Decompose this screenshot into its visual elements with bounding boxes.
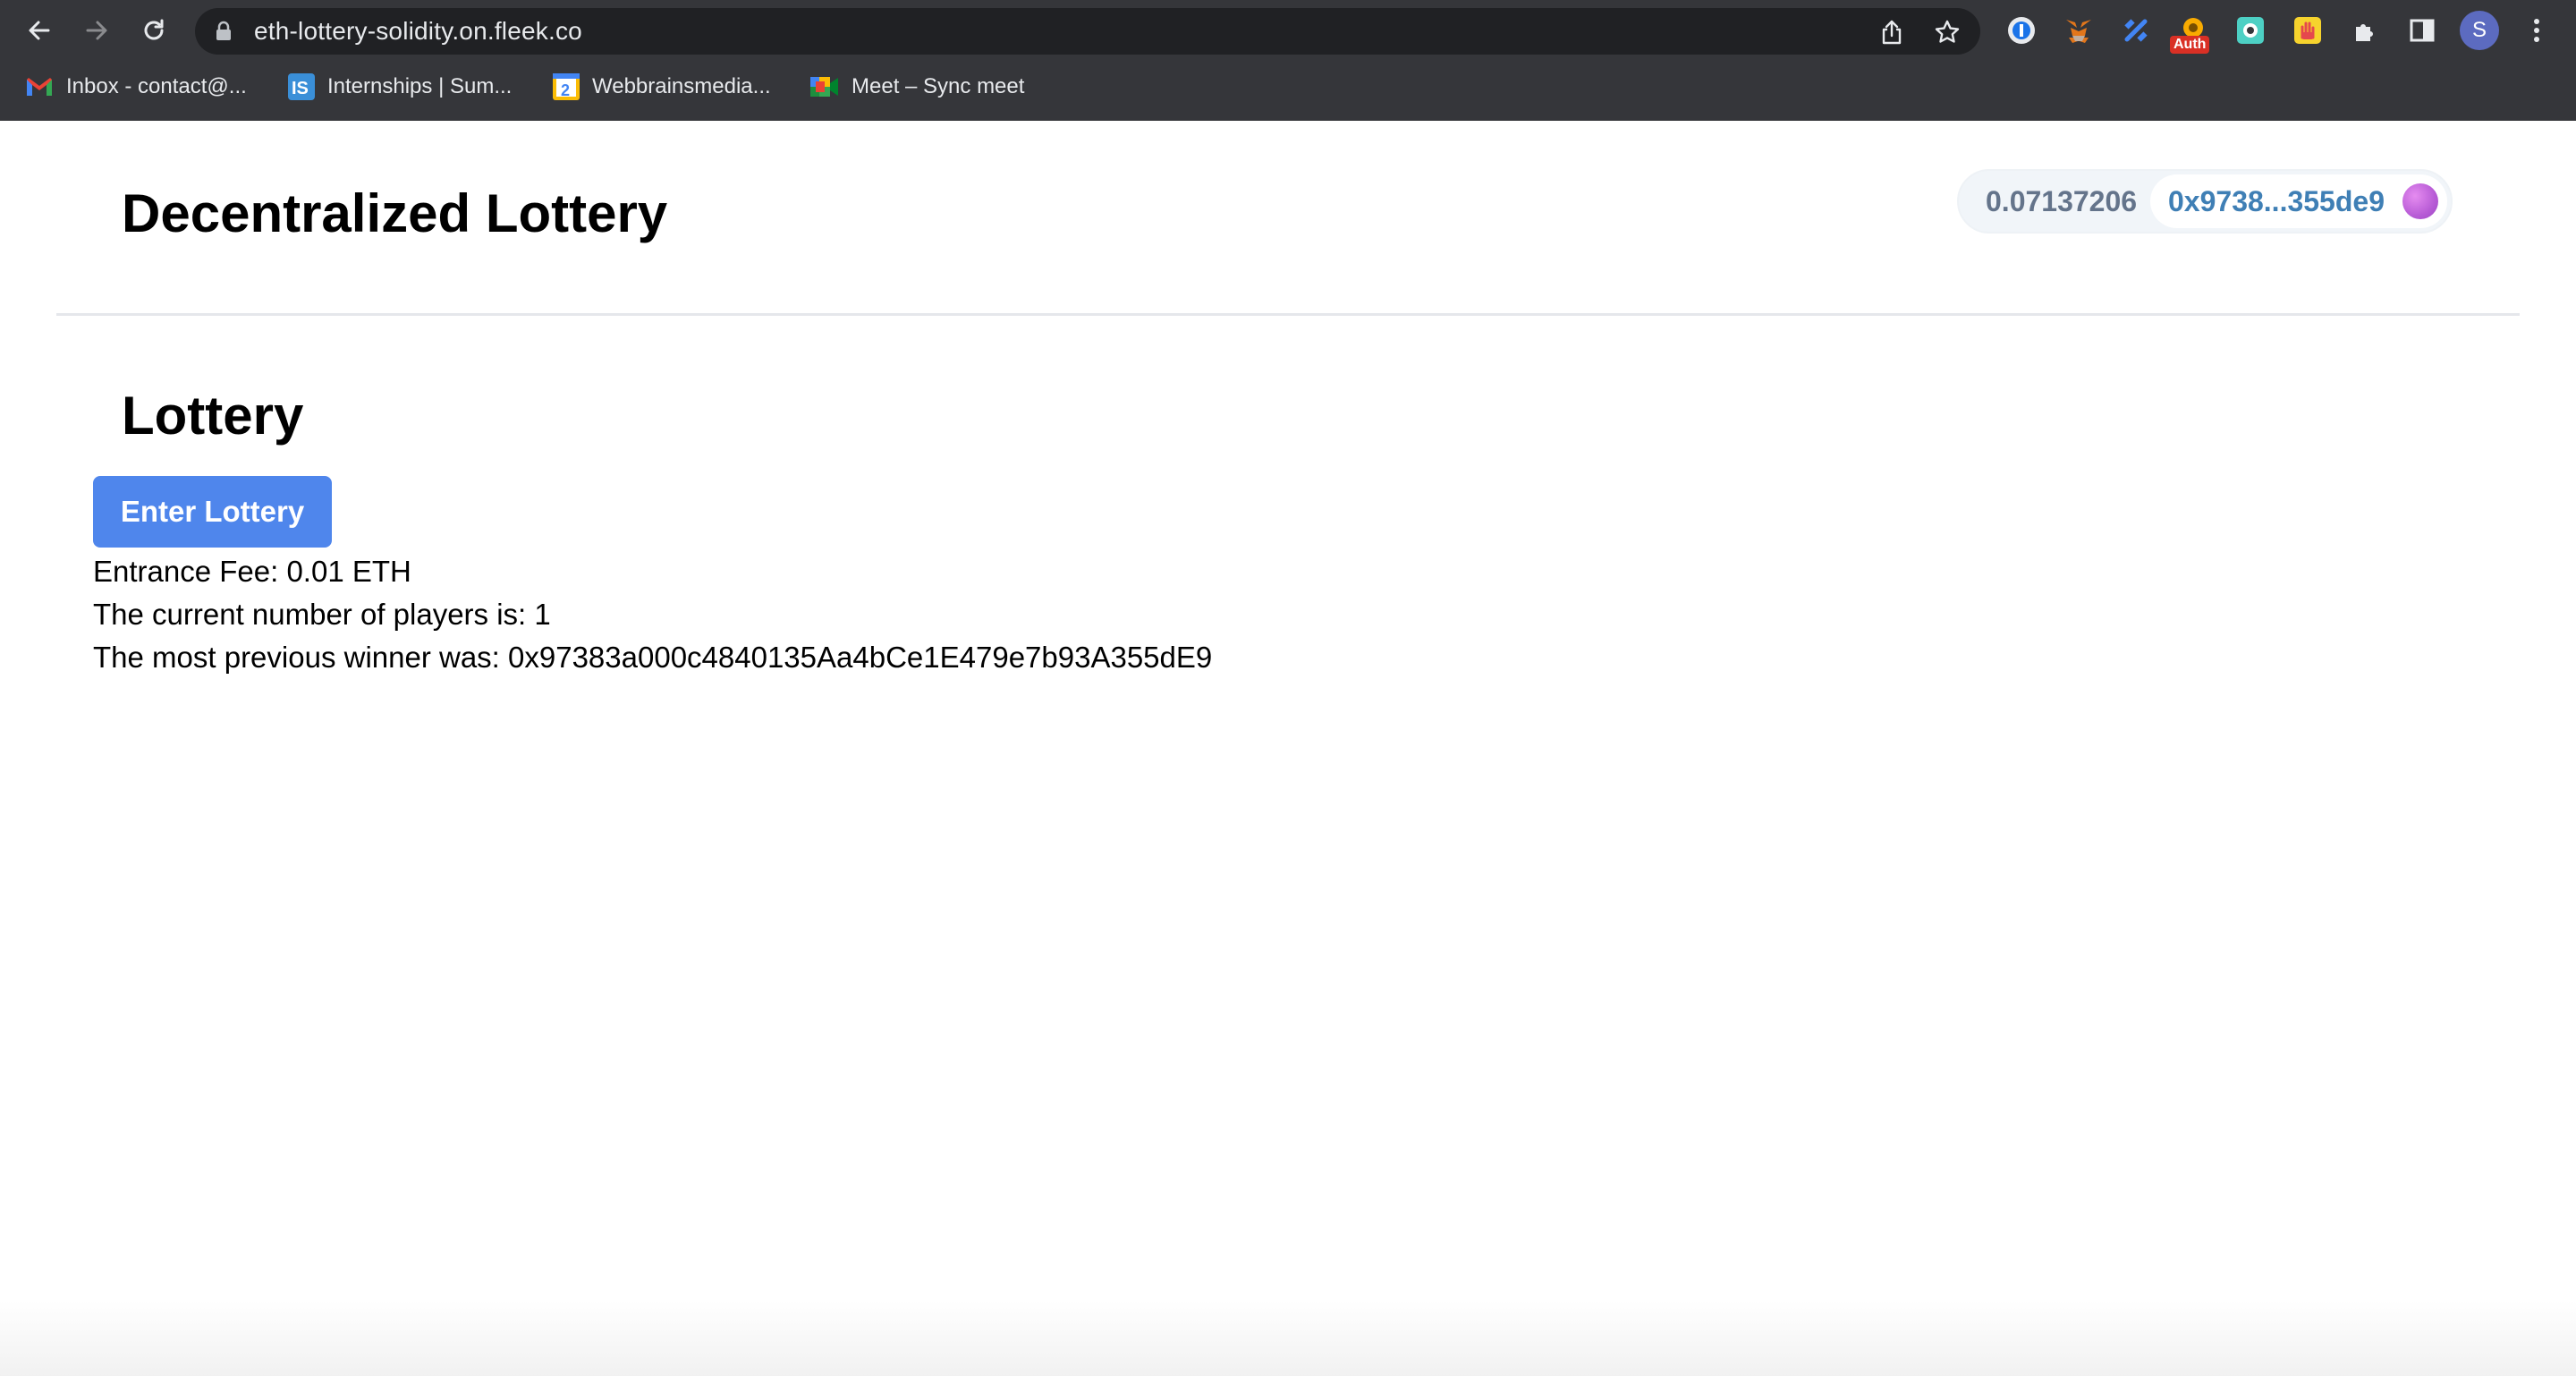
side-panel-icon[interactable]	[2404, 13, 2440, 48]
metamask-fox-icon[interactable]	[2061, 13, 2097, 48]
page-content: Decentralized Lottery 0.07137206 0x9738.…	[0, 121, 2576, 1376]
back-arrow-icon	[29, 21, 50, 40]
wallet-connect-widget[interactable]: 0.07137206 0x9738...355de9	[1957, 169, 2453, 234]
previous-winner-text: The most previous winner was: 0x97383a00…	[93, 641, 1213, 674]
svg-text:IS: IS	[292, 79, 309, 98]
lock-icon	[216, 21, 231, 40]
svg-text:2: 2	[561, 81, 570, 99]
wallet-identicon-icon	[2402, 183, 2438, 219]
bookmark-internships[interactable]: IS Internships | Sum...	[288, 66, 512, 107]
reload-button[interactable]	[134, 11, 174, 50]
browser-chrome: eth-lottery-solidity.on.fleek.co Auth S	[0, 0, 2576, 121]
forward-arrow-icon	[86, 21, 107, 40]
players-count-text: The current number of players is: 1	[93, 598, 551, 631]
address-bar[interactable]: eth-lottery-solidity.on.fleek.co	[195, 8, 1980, 55]
url-text: eth-lottery-solidity.on.fleek.co	[254, 17, 582, 45]
reload-icon	[144, 19, 164, 40]
hand-extension-icon[interactable]	[2290, 13, 2326, 48]
extensions-puzzle-icon[interactable]	[2347, 13, 2383, 48]
bookmarks-bar: Inbox - contact@... IS Internships | Sum…	[0, 66, 2576, 107]
auth-extension-icon[interactable]: Auth	[2170, 13, 2211, 54]
entrance-fee-text: Entrance Fee: 0.01 ETH	[93, 555, 411, 588]
bookmark-inbox[interactable]: Inbox - contact@...	[25, 66, 247, 107]
bookmark-webbrainsmedia[interactable]: 2 Webbrainsmedia...	[553, 66, 771, 107]
browser-menu-icon[interactable]	[2519, 13, 2555, 48]
share-icon[interactable]	[1878, 19, 1905, 46]
gmail-icon	[27, 78, 52, 96]
profile-avatar[interactable]: S	[2460, 11, 2499, 50]
satellite-extension-icon[interactable]	[2118, 13, 2154, 48]
bottom-shadow	[0, 1300, 2576, 1376]
wallet-account-button[interactable]: 0x9738...355de9	[2150, 174, 2447, 228]
back-button[interactable]	[20, 11, 59, 50]
google-meet-icon	[810, 77, 838, 97]
teal-square-extension-icon[interactable]	[2233, 13, 2268, 48]
auth-badge: Auth	[2170, 36, 2210, 54]
bookmark-meet[interactable]: Meet – Sync meet	[810, 66, 1024, 107]
site-title: Decentralized Lottery	[122, 183, 668, 243]
forward-button[interactable]	[77, 11, 116, 50]
internshala-icon: IS	[288, 73, 315, 100]
password-manager-extension-icon[interactable]	[2004, 13, 2039, 48]
wallet-balance: 0.07137206	[1986, 185, 2138, 217]
calendar-icon: 2	[553, 73, 580, 100]
enter-lottery-button[interactable]: Enter Lottery	[93, 476, 332, 548]
bookmark-star-icon[interactable]	[1934, 19, 1961, 46]
wallet-address: 0x9738...355de9	[2168, 185, 2385, 217]
header-divider	[56, 313, 2520, 316]
lottery-heading: Lottery	[122, 386, 304, 446]
